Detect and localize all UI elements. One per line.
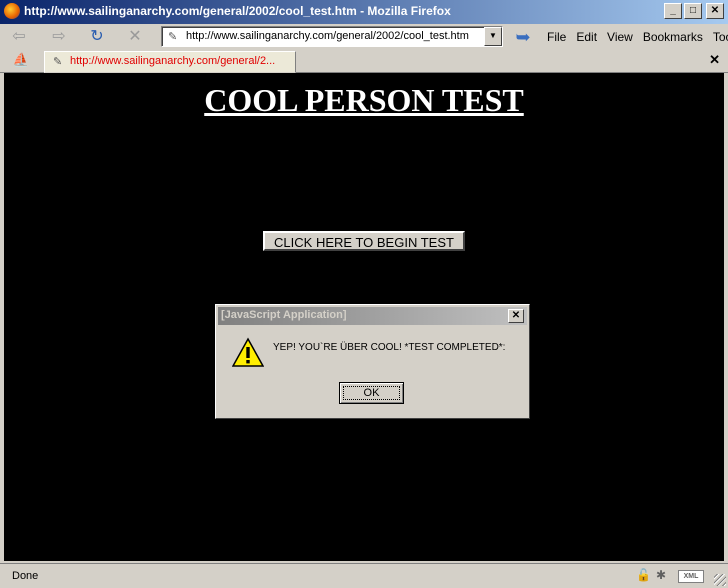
maximize-button[interactable]: □ bbox=[684, 3, 702, 19]
dialog-title-bar[interactable]: [JavaScript Application] ✕ bbox=[218, 307, 527, 325]
ok-focus-ring bbox=[343, 386, 400, 400]
lock-icon: 🔓 bbox=[636, 568, 651, 582]
navigation-toolbar: ⇦ ⇨ ↻ ✕ ✎ http://www.sailinganarchy.com/… bbox=[0, 24, 728, 51]
page-title: COOL PERSON TEST bbox=[204, 82, 524, 118]
menu-bar: File Edit View Bookmarks Tools bbox=[547, 30, 728, 44]
dialog-title: [JavaScript Application] bbox=[221, 309, 347, 321]
alert-dialog: [JavaScript Application] ✕ YEP! YOU`RE Ü… bbox=[215, 304, 530, 419]
url-dropdown-button[interactable]: ▼ bbox=[484, 27, 502, 46]
window-title: http://www.sailinganarchy.com/general/20… bbox=[24, 4, 451, 18]
stop-icon[interactable]: ✕ bbox=[124, 27, 146, 47]
warning-icon bbox=[232, 337, 264, 367]
xml-badge[interactable]: XML bbox=[678, 570, 704, 583]
back-arrow-icon[interactable]: ⇦ bbox=[8, 27, 30, 47]
menu-bookmarks[interactable]: Bookmarks bbox=[643, 30, 703, 44]
sidebar-toggle-icon[interactable]: ⛵ bbox=[10, 52, 32, 70]
page-icon: ✎ bbox=[53, 56, 63, 68]
close-tab-icon[interactable]: ✕ bbox=[709, 52, 720, 68]
resize-grip[interactable] bbox=[714, 574, 726, 586]
status-text: Done bbox=[12, 570, 39, 582]
window-controls: _ □ ✕ bbox=[664, 3, 724, 19]
window-title-bar[interactable]: http://www.sailinganarchy.com/general/20… bbox=[0, 0, 728, 24]
dialog-message: YEP! YOU`RE ÜBER COOL! *TEST COMPLETED*: bbox=[273, 342, 506, 353]
tab-bar: ⛵ ✎ http://www.sailinganarchy.com/genera… bbox=[0, 50, 728, 73]
ok-button[interactable]: OK bbox=[339, 382, 404, 404]
go-arrow-icon[interactable]: ➥ bbox=[513, 27, 533, 47]
close-button[interactable]: ✕ bbox=[706, 3, 724, 19]
status-bar: Done 🔓 ✱ XML bbox=[0, 563, 728, 588]
minimize-button[interactable]: _ bbox=[664, 3, 682, 19]
page-icon: ✎ bbox=[168, 31, 178, 43]
tab-label: http://www.sailinganarchy.com/general/2.… bbox=[70, 55, 276, 67]
reload-icon[interactable]: ↻ bbox=[86, 27, 108, 47]
menu-view[interactable]: View bbox=[607, 30, 633, 44]
url-bar[interactable]: ✎ http://www.sailinganarchy.com/general/… bbox=[161, 26, 503, 47]
firefox-logo-icon bbox=[4, 3, 20, 19]
bug-icon[interactable]: ✱ bbox=[656, 568, 666, 582]
dialog-close-button[interactable]: ✕ bbox=[508, 309, 524, 323]
forward-arrow-icon[interactable]: ⇨ bbox=[48, 27, 70, 47]
begin-test-button[interactable]: CLICK HERE TO BEGIN TEST bbox=[263, 231, 465, 251]
url-text[interactable]: http://www.sailinganarchy.com/general/20… bbox=[186, 30, 469, 42]
tab-current[interactable]: ✎ http://www.sailinganarchy.com/general/… bbox=[44, 51, 296, 73]
menu-edit[interactable]: Edit bbox=[576, 30, 597, 44]
menu-tools[interactable]: Tools bbox=[713, 30, 728, 44]
menu-file[interactable]: File bbox=[547, 30, 566, 44]
